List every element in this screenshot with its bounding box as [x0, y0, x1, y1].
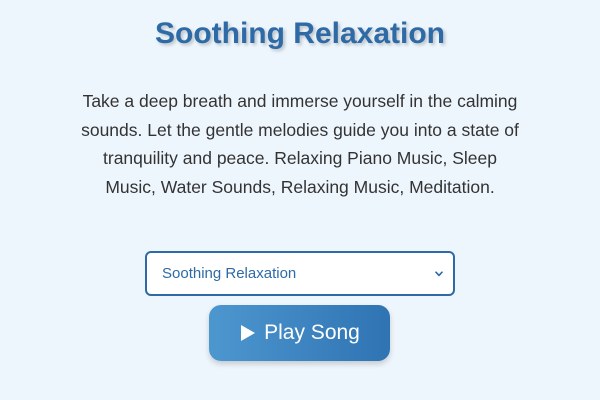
- song-select-value: Soothing Relaxation: [162, 265, 297, 282]
- page: Soothing Relaxation Take a deep breath a…: [0, 0, 600, 400]
- description-text: Take a deep breath and immerse yourself …: [81, 91, 519, 197]
- song-select[interactable]: Soothing Relaxation: [145, 251, 455, 296]
- play-song-button[interactable]: Play Song: [209, 305, 390, 361]
- play-icon: [241, 325, 256, 341]
- page-title: Soothing Relaxation: [154, 17, 445, 50]
- play-song-label: Play Song: [264, 321, 360, 344]
- chevron-down-icon: [433, 253, 445, 294]
